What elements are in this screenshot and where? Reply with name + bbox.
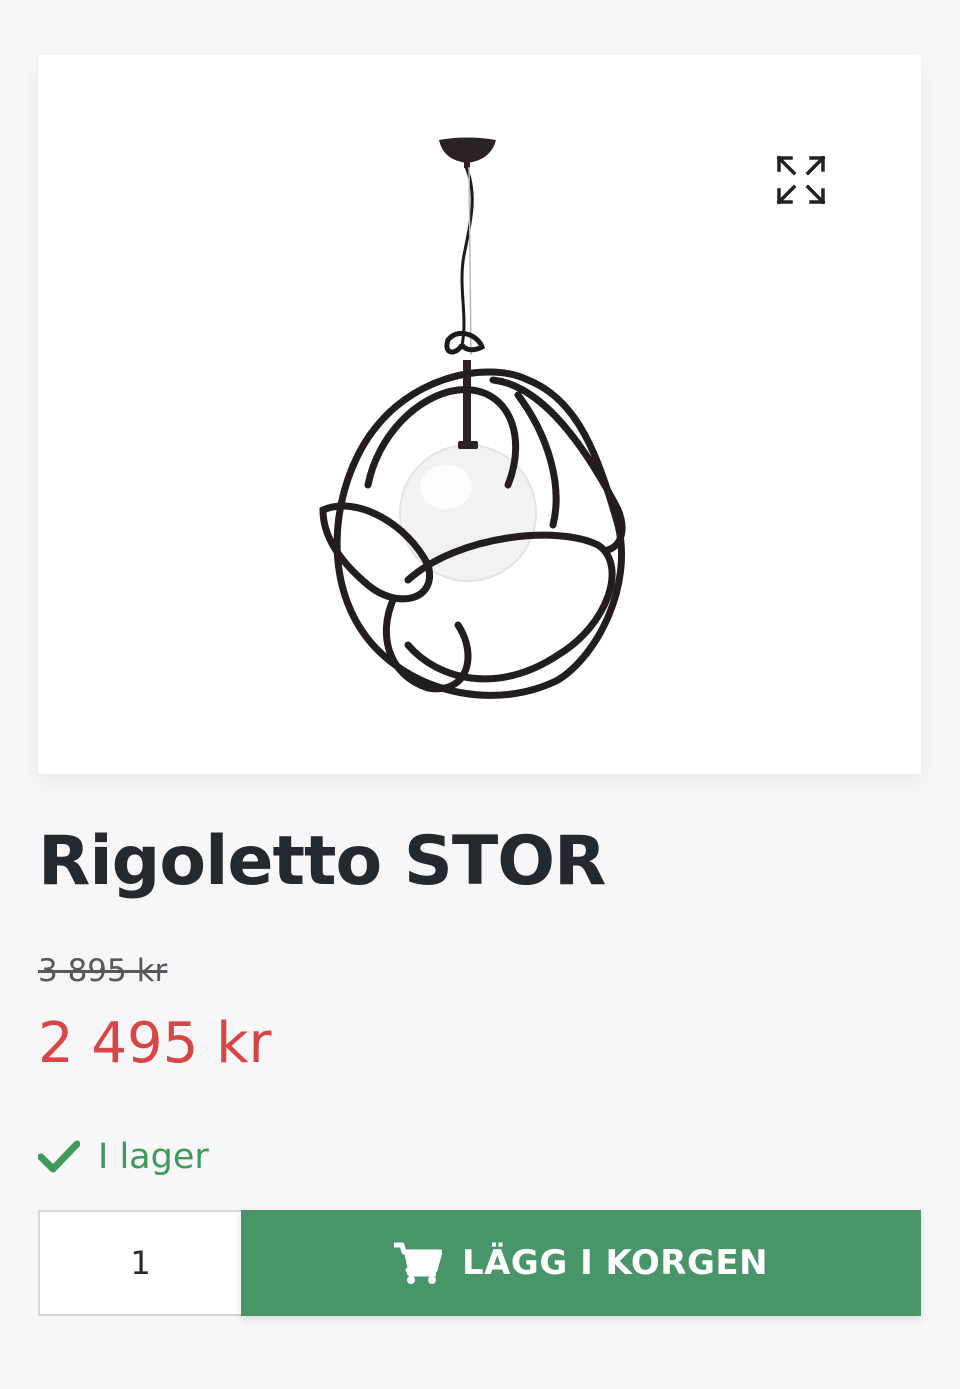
checkmark-icon [38, 1140, 80, 1173]
quantity-input[interactable] [38, 1210, 241, 1316]
stock-status-label: I lager [98, 1137, 209, 1177]
stock-status: I lager [38, 1134, 209, 1180]
add-to-cart-label: LÄGG I KORGEN [461, 1243, 769, 1283]
product-title: Rigoletto STOR [38, 822, 606, 901]
sale-price: 2 495 kr [38, 1011, 272, 1076]
original-price: 3 895 kr [38, 953, 168, 989]
shopping-cart-icon [393, 1242, 442, 1284]
product-image-card [38, 55, 921, 774]
add-to-cart-button[interactable]: LÄGG I KORGEN [241, 1210, 921, 1316]
product-page: Rigoletto STOR 3 895 kr 2 495 kr I lager… [0, 0, 960, 1389]
expand-arrows-icon[interactable] [774, 153, 828, 207]
